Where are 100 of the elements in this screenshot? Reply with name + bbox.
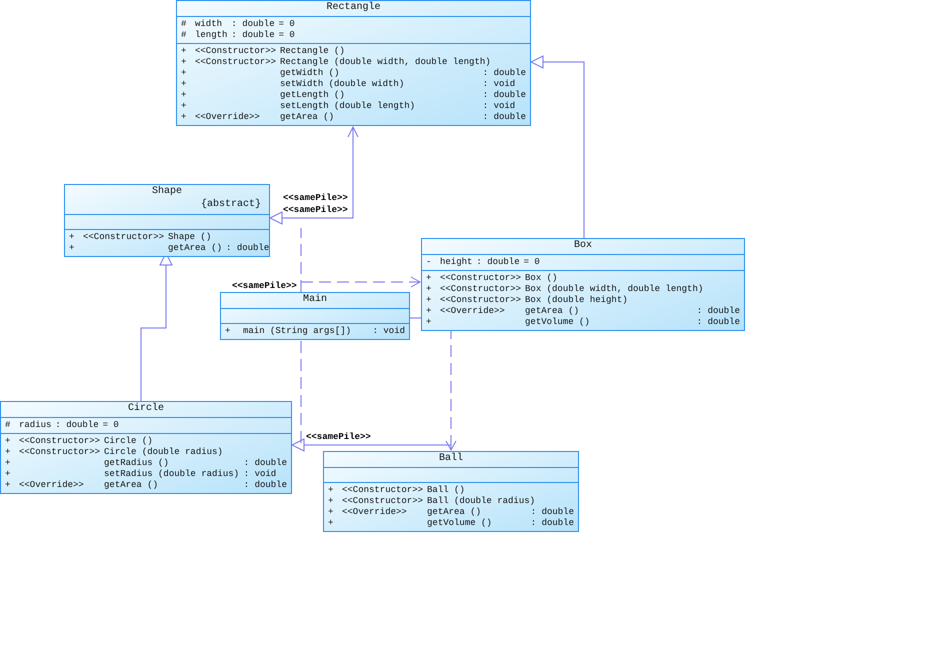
- attribute-name: height: [440, 257, 472, 268]
- class-name: Ball: [438, 453, 464, 465]
- return-type: : double: [482, 90, 526, 101]
- stereotype: <<Constructor>>: [342, 485, 424, 496]
- connector-label: <<samePile>>: [283, 193, 348, 203]
- visibility-mark: +: [181, 101, 188, 112]
- class-name: Circle: [126, 403, 165, 415]
- operation-signature: getArea (): [104, 480, 160, 491]
- stereotype: <<Override>>: [195, 112, 261, 123]
- default-value: = 0: [524, 257, 540, 268]
- return-type: : void: [244, 469, 278, 480]
- connector-label: <<samePile>>: [306, 432, 371, 442]
- operation-signature: Circle (): [104, 436, 154, 447]
- stereotype: <<Constructor>>: [195, 46, 276, 57]
- visibility-mark: +: [181, 68, 188, 79]
- visibility-mark: +: [426, 295, 432, 306]
- return-type: : double: [244, 480, 287, 491]
- attribute-name: width: [195, 19, 224, 30]
- return-type: : void: [482, 101, 516, 112]
- operation-signature: getArea (): [427, 507, 482, 518]
- return-type: : double: [530, 518, 574, 529]
- operation-signature: Rectangle (): [280, 46, 346, 57]
- visibility-mark: +: [426, 306, 432, 317]
- operation-signature: Shape (): [168, 232, 212, 243]
- visibility-mark: +: [181, 46, 188, 57]
- return-type: : double: [696, 306, 740, 317]
- return-type: : void: [482, 79, 516, 90]
- return-type: : double: [530, 507, 574, 518]
- visibility-mark: -: [426, 257, 432, 268]
- connector-label: <<samePile>>: [232, 281, 297, 291]
- class-name: Box: [572, 240, 593, 252]
- operation-signature: Ball (double radius): [427, 496, 536, 507]
- visibility-mark: +: [181, 79, 188, 90]
- stereotype: <<Constructor>>: [440, 295, 522, 306]
- visibility-mark: #: [181, 30, 188, 41]
- attribute-type: : double: [231, 30, 275, 41]
- visibility-mark: +: [5, 480, 12, 491]
- stereotype: <<Constructor>>: [440, 273, 522, 284]
- visibility-mark: +: [328, 518, 334, 529]
- visibility-mark: +: [181, 57, 188, 68]
- stereotype: <<Constructor>>: [19, 447, 100, 458]
- default-value: = 0: [278, 30, 295, 41]
- visibility-mark: +: [181, 112, 188, 123]
- visibility-mark: +: [5, 458, 12, 469]
- visibility-mark: +: [328, 507, 334, 518]
- operation-signature: Box (double height): [525, 295, 629, 306]
- operation-signature: getRadius (): [104, 458, 170, 469]
- return-type: : void: [372, 326, 405, 337]
- operation-signature: Rectangle (double width, double length): [280, 57, 492, 68]
- stereotype: <<Override>>: [342, 507, 408, 518]
- operation-signature: getLength (): [280, 90, 346, 101]
- return-type: : double: [482, 68, 526, 79]
- attribute-type: : double: [476, 257, 520, 268]
- return-type: : double: [226, 243, 270, 254]
- return-type: : double: [244, 458, 287, 469]
- connector-label: <<samePile>>: [283, 205, 348, 215]
- operation-signature: getWidth (): [280, 68, 340, 79]
- operation-signature: getArea (): [525, 306, 580, 317]
- operation-signature: Ball (): [427, 485, 466, 496]
- attribute-name: radius: [19, 420, 52, 431]
- visibility-mark: +: [5, 436, 12, 447]
- stereotype: <<Constructor>>: [195, 57, 276, 68]
- operation-signature: setRadius (double radius): [104, 469, 240, 480]
- operation-signature: getArea (): [168, 243, 222, 254]
- stereotype: <<Constructor>>: [342, 496, 424, 507]
- visibility-mark: +: [426, 317, 432, 328]
- operation-signature: Circle (double radius): [104, 447, 224, 458]
- class-name: Rectangle: [325, 2, 382, 14]
- visibility-mark: +: [5, 469, 12, 480]
- dashed-line: [300, 228, 302, 292]
- operation-signature: getVolume (): [427, 518, 493, 529]
- visibility-mark: +: [225, 326, 232, 337]
- visibility-mark: #: [181, 19, 188, 30]
- visibility-mark: #: [5, 420, 12, 431]
- visibility-mark: +: [328, 485, 334, 496]
- visibility-mark: +: [328, 496, 334, 507]
- operation-signature: setWidth (double width): [280, 79, 406, 90]
- visibility-mark: +: [426, 273, 432, 284]
- operation-signature: getArea (): [280, 112, 336, 123]
- operation-signature: setLength (double length): [280, 101, 416, 112]
- return-type: : double: [482, 112, 526, 123]
- stereotype: <<Constructor>>: [440, 284, 522, 295]
- stereotype: <<Override>>: [440, 306, 506, 317]
- default-value: = 0: [278, 19, 295, 30]
- visibility-mark: +: [181, 90, 188, 101]
- attribute-type: : double: [55, 420, 99, 431]
- class-name: Shape: [150, 186, 183, 198]
- stereotype: <<Constructor>>: [83, 232, 164, 243]
- operation-signature: Box (double width, double length): [525, 284, 704, 295]
- class-property: {abstract}: [200, 198, 262, 212]
- stereotype: <<Constructor>>: [19, 436, 100, 447]
- attribute-name: length: [195, 30, 228, 41]
- class-name: Main: [302, 294, 328, 306]
- visibility-mark: +: [69, 232, 76, 243]
- attribute-type: : double: [231, 19, 275, 30]
- return-type: : double: [696, 317, 740, 328]
- visibility-mark: +: [5, 447, 12, 458]
- stereotype: <<Override>>: [19, 480, 85, 491]
- visibility-mark: +: [426, 284, 432, 295]
- operation-signature: Box (): [525, 273, 558, 284]
